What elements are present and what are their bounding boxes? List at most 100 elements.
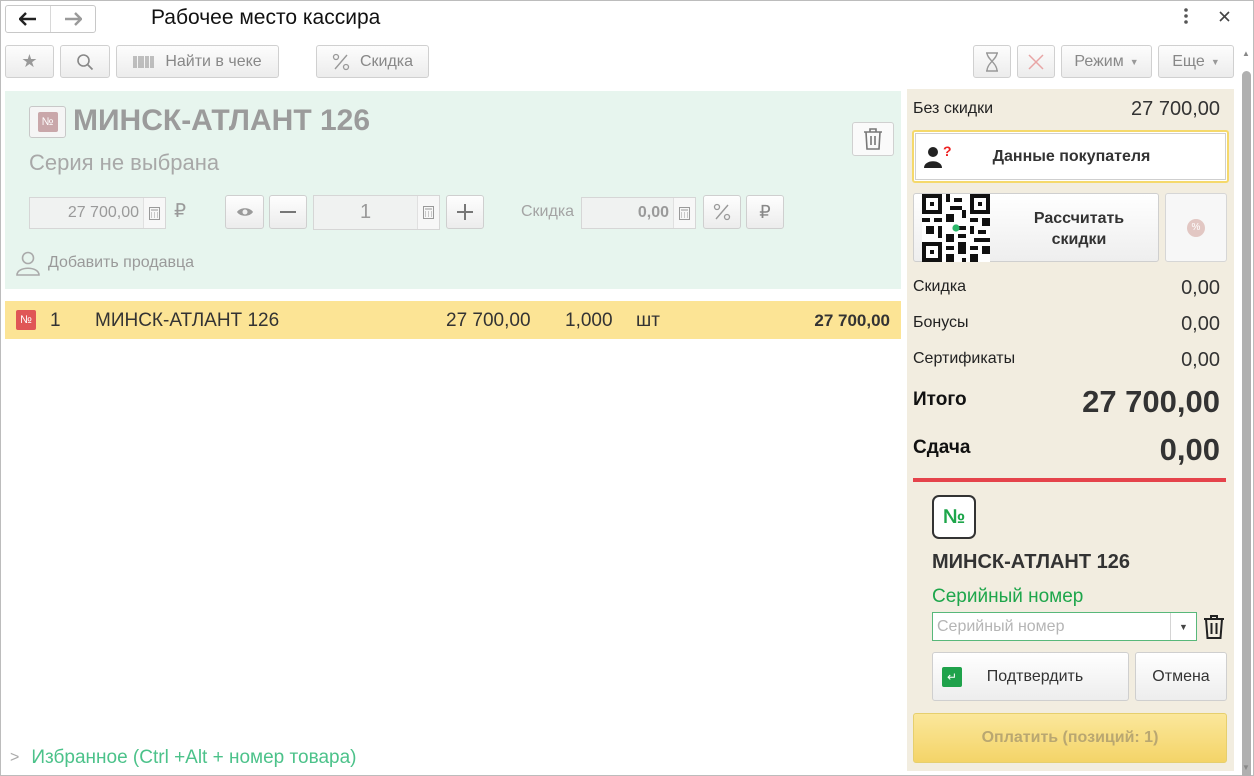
no-discount-label: Без скидки (913, 100, 994, 117)
search-icon (77, 53, 94, 70)
find-in-receipt-label: Найти в чеке (165, 52, 262, 70)
calculate-discounts-button[interactable]: Рассчитать скидки (913, 193, 1159, 262)
trash-icon (1204, 615, 1224, 639)
mode-label: Режим (1074, 52, 1124, 70)
window-title: Рабочее место кассира (151, 6, 381, 29)
serial-number-input[interactable] (933, 613, 1170, 640)
confirm-label: Подтвердить (986, 667, 1084, 685)
forward-button[interactable] (50, 6, 95, 32)
person-icon (16, 251, 40, 276)
calculator-icon[interactable] (417, 196, 439, 229)
cancel-label: Отмена (1152, 667, 1210, 685)
certificates-value: 0,00 (1181, 349, 1220, 371)
item-type-button[interactable]: № (29, 106, 66, 138)
bonuses-label: Бонусы (913, 314, 969, 331)
percent-icon (332, 53, 350, 70)
scrollbar-thumb[interactable] (1242, 71, 1251, 776)
item-discount-field[interactable]: 0,00 (581, 197, 696, 229)
favorites-section[interactable]: > Избранное (Ctrl +Alt + номер товара) (10, 747, 357, 769)
quantity-value: 1 (359, 201, 372, 223)
more-label: Еще (1172, 52, 1205, 70)
kebab-menu-icon (1184, 8, 1188, 24)
calc-discount-label-line2: скидки (1051, 231, 1107, 248)
price-value: 27 700,00 (67, 204, 139, 221)
bonuses-value: 0,00 (1181, 313, 1220, 335)
quantity-field[interactable]: 1 (313, 195, 440, 230)
percent-circle-icon: % (1187, 218, 1205, 237)
serial-number-field[interactable]: ▼ (932, 612, 1197, 641)
dropdown-arrow-icon[interactable]: ▼ (1170, 613, 1196, 640)
arrow-right-icon (65, 12, 82, 26)
mode-dropdown[interactable]: Режим ▼ (1061, 45, 1152, 78)
customer-data-button[interactable]: ? Данные покупателя (912, 130, 1229, 183)
row-unit: шт (636, 310, 660, 331)
total-label: Итого (913, 389, 967, 410)
number-sign-icon: № (16, 310, 36, 330)
total-value: 27 700,00 (1082, 384, 1220, 419)
item-discount-label: Скидка (521, 203, 575, 220)
deferred-receipt-button[interactable] (973, 45, 1011, 78)
search-button[interactable] (60, 45, 110, 78)
series-status[interactable]: Серия не выбрана (29, 150, 219, 176)
scroll-up-icon[interactable]: ▲ (1242, 49, 1250, 58)
arrow-left-icon (19, 12, 36, 26)
item-discount-value: 0,00 (637, 204, 669, 221)
add-seller-link[interactable]: Добавить продавца (15, 250, 194, 276)
trash-icon (864, 128, 882, 150)
nav-buttons (5, 5, 96, 33)
eye-icon (236, 208, 253, 216)
close-icon (1218, 11, 1230, 22)
delete-item-button[interactable] (852, 122, 894, 156)
add-seller-label: Добавить продавца (48, 254, 195, 271)
customer-unknown-icon: ? (924, 145, 952, 168)
discount-total-value: 0,00 (1181, 277, 1220, 299)
favorite-button[interactable]: ★ (5, 45, 54, 78)
increase-qty-button[interactable] (446, 195, 484, 229)
row-item-name: МИНСК-АТЛАНТ 126 (95, 310, 280, 331)
discount-total-label: Скидка (913, 278, 967, 295)
enter-key-icon: ↵ (942, 666, 962, 687)
pay-button[interactable]: Оплатить (позиций: 1) (913, 713, 1227, 763)
back-button[interactable] (6, 6, 50, 32)
plus-icon (457, 204, 473, 220)
divider (913, 478, 1226, 482)
row-number: 1 (50, 310, 61, 331)
close-icon (1028, 53, 1044, 70)
manual-discount-button[interactable]: % (1165, 193, 1227, 262)
cancel-button[interactable]: Отмена (1135, 652, 1227, 701)
hourglass-icon (986, 51, 998, 72)
close-window-button[interactable] (1216, 9, 1232, 27)
more-dropdown[interactable]: Еще ▼ (1158, 45, 1234, 78)
serial-number-label: Серийный номер (932, 586, 1084, 607)
ruble-icon: ₽ (759, 201, 771, 222)
change-label: Сдача (913, 437, 971, 458)
scrollbar[interactable]: ▲ ▼ (1240, 44, 1254, 776)
sum-discount-button[interactable]: ₽ (746, 195, 784, 229)
minus-icon (280, 211, 296, 213)
row-sum: 27 700,00 (814, 311, 890, 330)
discount-label: Скидка (359, 52, 414, 70)
confirm-button[interactable]: ↵ Подтвердить (932, 652, 1129, 701)
calculator-icon[interactable] (673, 198, 695, 228)
discount-button[interactable]: Скидка (316, 45, 429, 78)
qr-code-icon (922, 194, 990, 262)
currency-symbol: ₽ (174, 201, 187, 222)
cancel-receipt-button[interactable] (1017, 45, 1055, 78)
percent-discount-button[interactable] (703, 195, 741, 229)
clear-serial-button[interactable] (1203, 614, 1225, 645)
item-name: МИНСК-АТЛАНТ 126 (73, 104, 371, 137)
price-field[interactable]: 27 700,00 (29, 197, 166, 229)
view-item-button[interactable] (225, 195, 264, 229)
receipt-row[interactable]: № 1 МИНСК-АТЛАНТ 126 27 700,00 1,000 шт … (5, 301, 901, 339)
decrease-qty-button[interactable] (269, 195, 307, 229)
barcode-icon (133, 55, 154, 68)
row-quantity: 1,000 (565, 310, 613, 331)
calc-discount-label-line1: Рассчитать (1033, 210, 1125, 227)
favorites-label: Избранное (Ctrl +Alt + номер товара) (31, 747, 357, 768)
more-actions-button[interactable] (1178, 8, 1194, 29)
find-in-receipt-button[interactable]: Найти в чеке (116, 45, 279, 78)
calculator-icon[interactable] (143, 198, 165, 228)
svg-text:?: ? (943, 145, 952, 159)
scroll-down-icon[interactable]: ▼ (1242, 763, 1250, 772)
chevron-right-icon: > (10, 749, 20, 766)
